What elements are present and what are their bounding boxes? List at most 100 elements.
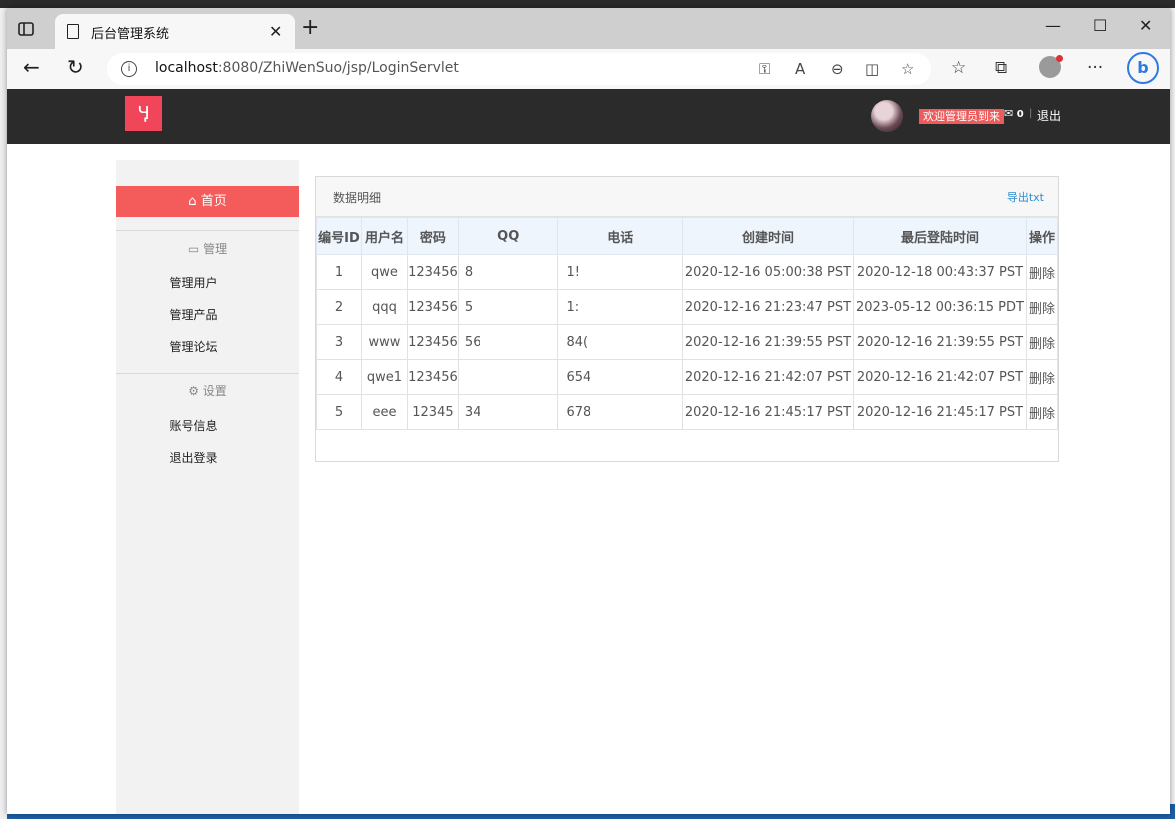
cell-password: 123456 bbox=[406, 254, 459, 290]
folder-icon: ▭ bbox=[187, 242, 200, 256]
page-icon bbox=[67, 24, 79, 39]
table-header-row: 编号ID 用户名 密码 QQ 电话 创建时间 最后登陆时间 操作 bbox=[316, 217, 1059, 255]
tab-close-icon[interactable]: ✕ bbox=[269, 22, 282, 41]
zoom-icon[interactable]: ⊖ bbox=[831, 60, 844, 78]
panel-title: 数据明细 bbox=[333, 191, 382, 205]
table-row: 1 qwe 123456 8 1! 2020-12-16 05:00:38 PST 2020… bbox=[316, 254, 1059, 290]
cell-phone: 1! bbox=[557, 254, 683, 290]
cell-password: 12345 bbox=[406, 394, 459, 430]
site-logo[interactable]: Ӌ bbox=[125, 96, 162, 131]
address-url[interactable]: localhost:8080/ZhiWenSuo/jsp/LoginServle… bbox=[155, 60, 459, 76]
home-icon: ⌂ bbox=[188, 194, 197, 209]
key-icon[interactable]: ⚿ bbox=[759, 60, 770, 78]
sidebar-item-logout[interactable]: 退出登录 bbox=[116, 449, 271, 466]
delete-button[interactable]: 删除 bbox=[1025, 394, 1059, 430]
cell-created: 2020-12-16 05:00:38 PST bbox=[682, 254, 854, 290]
bing-icon[interactable]: b bbox=[1127, 52, 1159, 84]
cell-last-login: 2020-12-16 21:42:07 PST bbox=[852, 359, 1027, 395]
cell-id: 4 bbox=[316, 359, 362, 395]
redaction-mask bbox=[479, 360, 554, 394]
info-icon[interactable]: i bbox=[121, 61, 137, 77]
cell-qq: 34 bbox=[457, 394, 559, 430]
sidebar-item-label: 首页 bbox=[200, 194, 227, 209]
close-window-button[interactable]: ✕ bbox=[1139, 16, 1152, 35]
more-menu-icon[interactable]: ··· bbox=[1087, 58, 1103, 78]
cell-password: 123456 bbox=[406, 324, 459, 360]
read-aloud-icon[interactable]: A bbox=[795, 60, 805, 78]
column-header-last-login[interactable]: 最后登陆时间 bbox=[852, 217, 1027, 255]
cell-qq bbox=[457, 359, 559, 395]
column-header-created[interactable]: 创建时间 bbox=[682, 217, 854, 255]
desktop-left-strip bbox=[0, 8, 7, 819]
tab-bar: 后台管理系统 ✕ + — ☐ ✕ bbox=[7, 8, 1170, 49]
sidebar-item-home[interactable]: ⌂ 首页 bbox=[116, 186, 299, 217]
cell-username: qwe1 bbox=[360, 359, 408, 395]
redaction-mask bbox=[590, 395, 674, 429]
back-button[interactable]: ← bbox=[23, 57, 40, 77]
cell-id: 1 bbox=[316, 254, 362, 290]
table-row: 5 eee 12345 34 678! 2020-12-16 21:45:17 PST 20… bbox=[316, 394, 1059, 430]
sidebar-item-manage-users[interactable]: 管理用户 bbox=[116, 274, 271, 291]
delete-button[interactable]: 删除 bbox=[1025, 324, 1059, 360]
redaction-mask bbox=[590, 255, 674, 289]
split-screen-icon[interactable]: ◫ bbox=[865, 60, 879, 78]
table-row: 2 qqq 123456 5 1: 2020-12-16 21:23:47 PST 2023… bbox=[316, 289, 1059, 325]
column-header-action[interactable]: 操作 bbox=[1025, 217, 1059, 255]
cell-qq: 8 bbox=[457, 254, 559, 290]
cell-phone: 678! bbox=[557, 394, 683, 430]
gear-icon: ⚙ bbox=[188, 384, 199, 398]
desktop-right-strip bbox=[1170, 8, 1175, 819]
cell-username: eee bbox=[360, 394, 408, 430]
collections-icon[interactable]: ⧉ bbox=[995, 58, 1007, 78]
address-bar[interactable]: i localhost:8080/ZhiWenSuo/jsp/LoginServ… bbox=[107, 53, 931, 85]
column-header-phone[interactable]: 电话 bbox=[557, 217, 683, 255]
refresh-button[interactable]: ↻ bbox=[67, 57, 84, 77]
delete-button[interactable]: 删除 bbox=[1025, 254, 1059, 290]
cell-created: 2020-12-16 21:39:55 PST bbox=[682, 324, 854, 360]
cell-username: www bbox=[360, 324, 408, 360]
cell-password: 123456 bbox=[406, 289, 459, 325]
logout-link[interactable]: 退出 bbox=[1037, 107, 1061, 124]
sidebar-item-account-info[interactable]: 账号信息 bbox=[116, 417, 271, 434]
browser-window: 后台管理系统 ✕ + — ☐ ✕ ← ↻ i localhost:8080/Zh… bbox=[7, 8, 1170, 814]
sidebar: ⌂ 首页 ▭ 管理 管理用户 管理产品 管理论坛 ⚙ 设置 账号信息 退出登录 bbox=[116, 160, 299, 814]
cell-password: 123456 bbox=[406, 359, 459, 395]
cell-id: 3 bbox=[316, 324, 362, 360]
cell-last-login: 2023-05-12 00:36:15 PDT bbox=[852, 289, 1027, 325]
user-table: 编号ID 用户名 密码 QQ 电话 创建时间 最后登陆时间 操作 1 qwe 123… bbox=[316, 217, 1059, 430]
column-header-id[interactable]: 编号ID bbox=[316, 217, 362, 255]
avatar[interactable] bbox=[871, 100, 903, 132]
column-header-password[interactable]: 密码 bbox=[406, 217, 459, 255]
delete-button[interactable]: 删除 bbox=[1025, 289, 1059, 325]
mail-indicator[interactable]: ✉ 0 bbox=[1004, 107, 1024, 120]
sidebar-divider bbox=[116, 373, 299, 374]
cell-last-login: 2020-12-16 21:39:55 PST bbox=[852, 324, 1027, 360]
new-tab-button[interactable]: + bbox=[301, 17, 319, 39]
tab-actions-icon[interactable] bbox=[17, 20, 35, 38]
favorites-icon[interactable]: ☆ bbox=[951, 58, 966, 78]
column-header-username[interactable]: 用户名 bbox=[360, 217, 408, 255]
sidebar-item-manage-forum[interactable]: 管理论坛 bbox=[116, 338, 271, 355]
redaction-mask bbox=[590, 290, 674, 324]
maximize-button[interactable]: ☐ bbox=[1093, 16, 1107, 35]
welcome-badge: 欢迎管理员到来 bbox=[919, 109, 1004, 124]
cell-id: 2 bbox=[316, 289, 362, 325]
table-row: 4 qwe1 123456 654 2020-12-16 21:42:07 PST 202… bbox=[316, 359, 1059, 395]
data-panel: 数据明细 导出txt 编号ID 用户名 密码 QQ 电话 创建时间 最后登陆时间… bbox=[315, 176, 1059, 462]
delete-button[interactable]: 删除 bbox=[1025, 359, 1059, 395]
site-header: Ӌ 欢迎管理员到来 ✉ 0 | 退出 bbox=[7, 89, 1170, 144]
redaction-mask bbox=[590, 360, 674, 394]
cell-last-login: 2020-12-18 00:43:37 PST bbox=[852, 254, 1027, 290]
minimize-button[interactable]: — bbox=[1045, 16, 1061, 35]
sidebar-item-manage-products[interactable]: 管理产品 bbox=[116, 306, 271, 323]
add-favorite-icon[interactable]: ☆ bbox=[901, 60, 914, 78]
column-header-qq[interactable]: QQ bbox=[457, 217, 559, 255]
cell-phone: 1: bbox=[557, 289, 683, 325]
export-txt-link[interactable]: 导出txt bbox=[1007, 189, 1044, 205]
browser-tab[interactable]: 后台管理系统 ✕ bbox=[55, 14, 295, 49]
cell-username: qwe bbox=[360, 254, 408, 290]
profile-icon[interactable] bbox=[1039, 55, 1063, 78]
mail-count: 0 bbox=[1016, 109, 1024, 120]
panel-header: 数据明细 导出txt bbox=[316, 177, 1058, 217]
redaction-mask bbox=[479, 290, 554, 324]
